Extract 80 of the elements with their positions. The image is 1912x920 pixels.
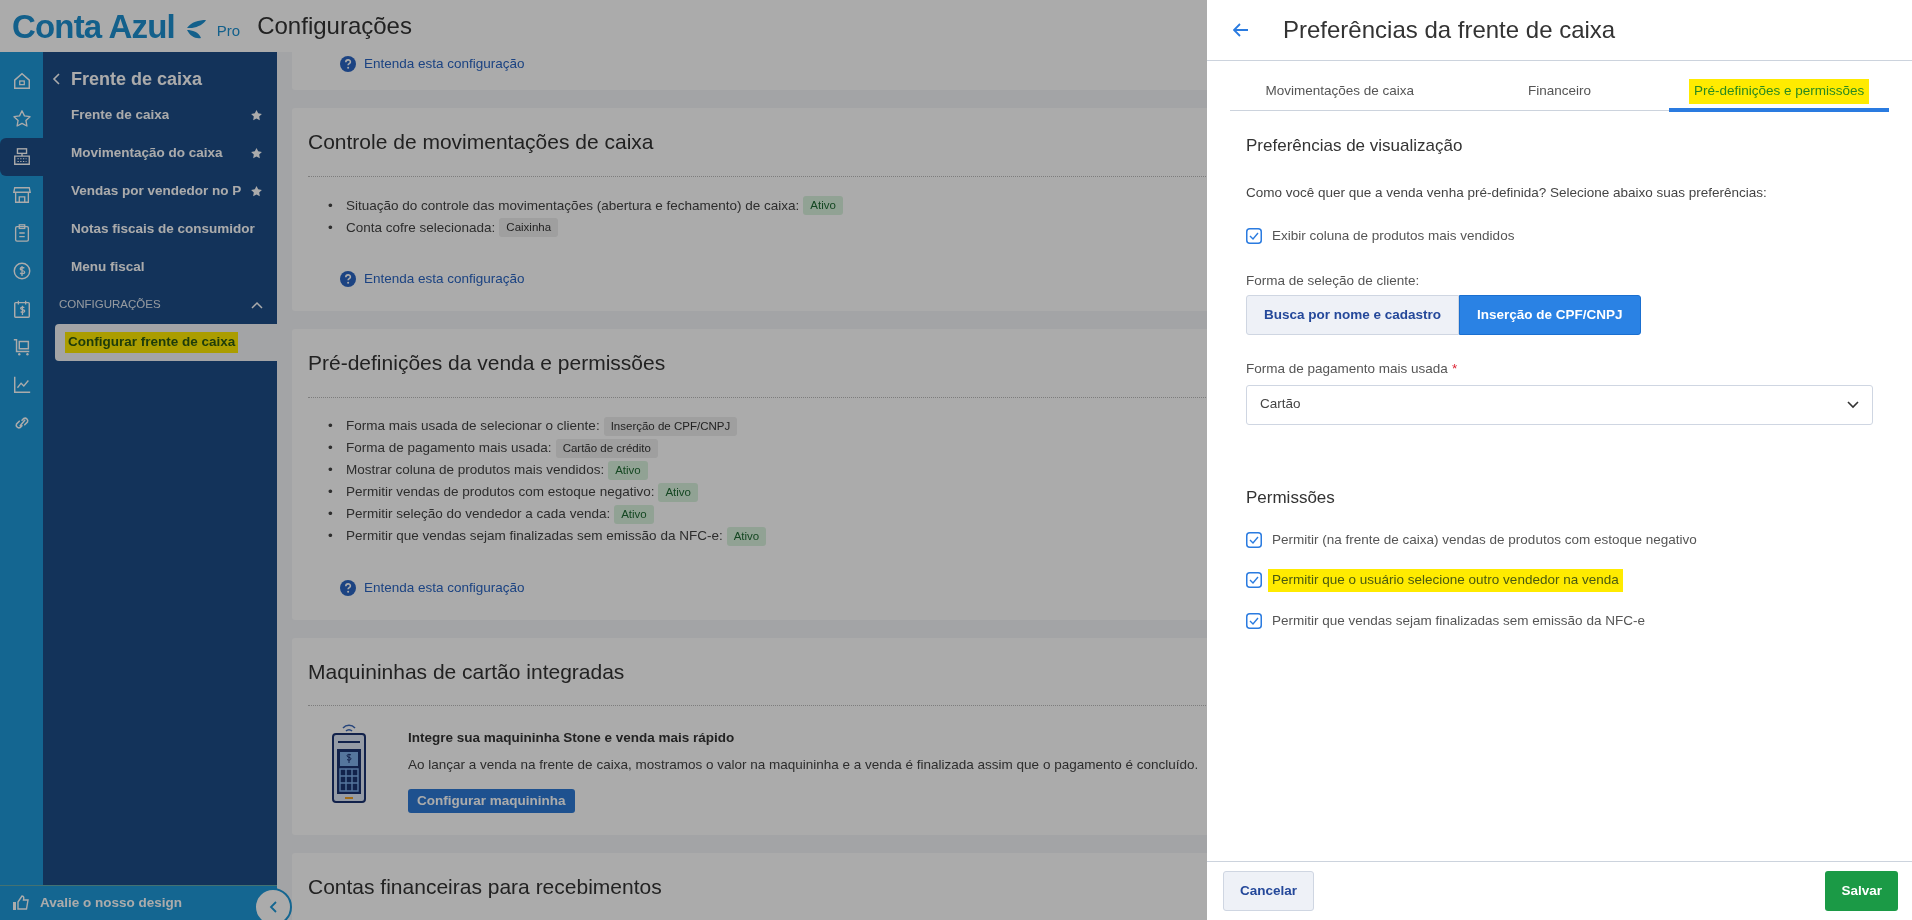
item-text: Situação do controle das movimentações (abertura e fechamento) de caixa: xyxy=(346,196,800,215)
configure-button[interactable]: Configurar maquininha xyxy=(408,788,575,813)
section-header[interactable]: CONFIGURAÇÕES xyxy=(43,286,277,324)
help-link[interactable]: Entenda esta configuração xyxy=(340,577,525,598)
help-link[interactable]: Entenda esta configuração xyxy=(340,268,525,289)
star-icon xyxy=(250,146,263,160)
thumbs-up-icon xyxy=(12,895,30,911)
nav-item[interactable]: Menu fiscal xyxy=(43,248,277,286)
help-link[interactable]: Entenda esta configuração xyxy=(340,54,525,75)
item-text: Permitir que vendas sejam finalizadas sem emissão da NFC-e: xyxy=(346,527,723,546)
bullet-mark: • xyxy=(328,196,334,215)
nav-item[interactable]: Movimentação do caixa xyxy=(43,134,277,172)
field-label: Forma de seleção de cliente: xyxy=(1246,272,1421,290)
checkbox-row[interactable]: Permitir (na frente de caixa) vendas de produtos com estoque negativo xyxy=(1246,529,1701,552)
status-tag: Caixinha xyxy=(499,218,559,238)
help-icon xyxy=(340,270,356,287)
line-chart-icon xyxy=(11,375,32,395)
panel-title: Preferências da frente de caixa xyxy=(1283,15,1616,45)
field-label: Forma de pagamento mais usada * xyxy=(1246,360,1459,379)
bullet-mark: • xyxy=(328,461,334,480)
segment-button[interactable]: Inserção de CPF/CNPJ xyxy=(1459,295,1641,336)
checkbox-row[interactable]: Exibir coluna de produtos mais vendidos xyxy=(1246,224,1519,247)
status-tag: Cartão de crédito xyxy=(555,438,658,459)
cart-icon xyxy=(11,337,32,357)
help-icon xyxy=(340,56,356,73)
status-tag: Ativo xyxy=(803,196,843,216)
bullet-mark: • xyxy=(328,505,334,524)
status-tag: Ativo xyxy=(614,504,654,525)
nav-title: Frente de caixa xyxy=(71,67,203,91)
status-tag: Ativo xyxy=(658,482,698,503)
promo-text: Ao lançar a venda na frente de caixa, mostramos o valor na maquininha e a venda é finalizada assim que o pagamento é concluído. xyxy=(408,755,1199,774)
status-tag: Ativo xyxy=(726,526,767,547)
chevron-down-icon xyxy=(1847,400,1859,409)
house-icon xyxy=(11,71,32,91)
chevron-left-icon xyxy=(268,900,278,914)
section-heading: Permissões xyxy=(1246,486,1336,509)
item-text: Mostrar coluna de produtos mais vendidos: xyxy=(346,461,605,480)
item-text: Conta cofre selecionada: xyxy=(346,218,496,237)
save-button[interactable]: Salvar xyxy=(1825,871,1898,911)
rail-button[interactable] xyxy=(0,138,43,176)
logo-text: Conta Azul xyxy=(12,9,175,43)
card-machine-icon xyxy=(330,722,368,805)
item-text: Forma mais usada de selecionar o cliente: xyxy=(346,417,600,436)
collapse-button[interactable] xyxy=(254,888,292,920)
arrow-left-icon xyxy=(1233,23,1249,37)
dollar-coin-icon xyxy=(11,261,32,281)
bullet-mark: • xyxy=(328,218,334,237)
checkbox-row[interactable]: Permitir que vendas sejam finalizadas sem emissão da NFC-e xyxy=(1246,609,1649,632)
select-field[interactable]: Cartão xyxy=(1246,384,1873,425)
segment-button[interactable]: Busca por nome e cadastro xyxy=(1246,295,1460,336)
chevron-up-icon xyxy=(251,301,263,309)
tab[interactable]: Movimentações de caixa xyxy=(1230,75,1450,112)
bullet-mark: • xyxy=(328,483,334,502)
section-heading: Preferências de visualização xyxy=(1246,135,1464,157)
star-icon xyxy=(11,109,32,129)
nav-item[interactable]: Configurar frente de caixa xyxy=(55,324,277,361)
nav-item[interactable]: Vendas por vendedor no P xyxy=(43,172,277,210)
plan-label: Pro xyxy=(216,21,241,41)
item-text: Forma de pagamento mais usada: xyxy=(346,439,552,458)
tab[interactable]: Financeiro xyxy=(1449,75,1670,112)
nav-item[interactable]: Frente de caixa xyxy=(43,96,277,134)
bullet-mark: • xyxy=(328,439,334,458)
calendar-dollar-icon xyxy=(11,299,32,319)
store-icon xyxy=(11,185,32,205)
status-tag: Ativo xyxy=(608,460,648,481)
help-icon xyxy=(340,579,356,596)
star-icon xyxy=(250,184,263,198)
cancel-button[interactable]: Cancelar xyxy=(1223,871,1315,911)
status-tag: Inserção de CPF/CNPJ xyxy=(603,416,738,437)
description-text: Como você quer que a venda venha pré-definida? Selecione abaixo suas preferências: xyxy=(1246,183,1768,202)
nav-item[interactable]: Notas fiscais de consumidor xyxy=(43,210,277,248)
bullet-mark: • xyxy=(328,417,334,436)
bullet-mark: • xyxy=(328,527,334,546)
page-title: Configurações xyxy=(257,11,412,41)
chevron-left-icon xyxy=(51,72,61,86)
item-text: Permitir vendas de produtos com estoque negativo: xyxy=(346,483,655,502)
cash-register-icon xyxy=(11,147,32,167)
item-text: Permitir seleção do vendedor a cada venda: xyxy=(346,505,611,524)
star-icon xyxy=(250,108,263,122)
promo-heading: Integre sua maquininha Stone e venda mais rápido xyxy=(408,729,736,748)
